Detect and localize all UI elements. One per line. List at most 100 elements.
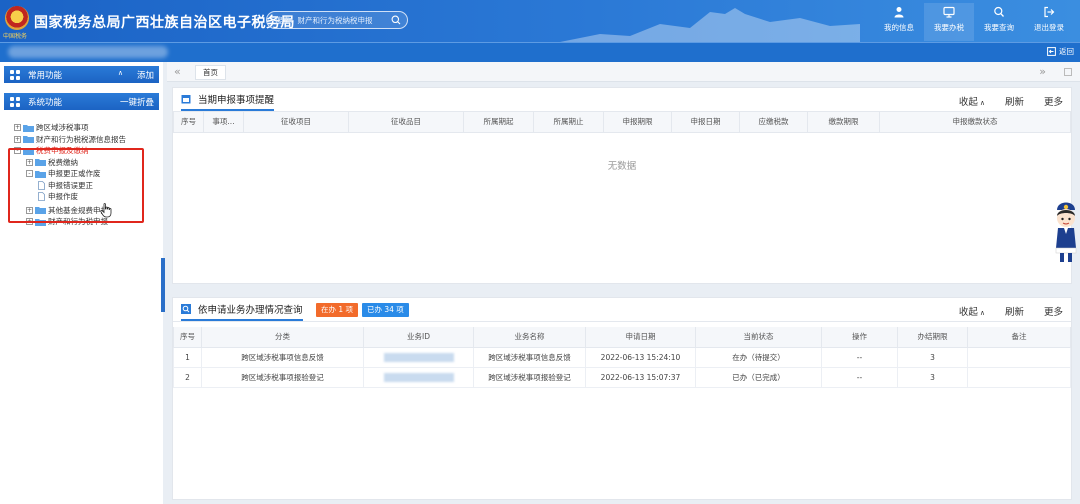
more-button[interactable]: 更多 (1044, 94, 1063, 108)
nav-logout-button[interactable]: 退出登录 (1024, 3, 1074, 41)
refresh-button[interactable]: 刷新 (1005, 94, 1024, 108)
cell-status-link[interactable]: 已办（已完成） (695, 366, 822, 388)
search-icon[interactable] (391, 15, 401, 25)
column-header[interactable]: 申报缴款状态 (879, 112, 1071, 133)
column-header[interactable]: 序号 (173, 327, 202, 348)
top-nav: 我的信息 我要办税 我要查询 退出登录 (874, 3, 1074, 41)
reminder-table: 序号 事项... 征收项目 征收品目 所属期起 所属期止 申报期限 申报日期 应… (173, 112, 1071, 133)
great-wall-decoration (560, 8, 860, 44)
panel-header: 依申请业务办理情况查询 在办 1 项 已办 34 项 收起 ∧ 刷新 更多 (173, 298, 1071, 322)
tab-bar: « 首页 » (167, 62, 1080, 82)
site-title: 国家税务总局广西壮族自治区电子税务局 (34, 15, 295, 31)
table-header-row: 序号 分类 业务ID 业务名称 申请日期 当前状态 操作 办结期限 备注 (173, 327, 1071, 348)
column-header[interactable]: 所属期止 (533, 112, 604, 133)
pending-count-badge[interactable]: 在办 1 项 (316, 303, 359, 317)
tax-emblem-icon (5, 6, 29, 30)
collapse-panel-button[interactable]: 收起 ∧ (939, 304, 985, 318)
blurred-user-info (8, 46, 168, 58)
nav-my-info-button[interactable]: 我的信息 (874, 3, 924, 41)
panel-header: 当期申报事项提醒 收起 ∧ 刷新 更多 (173, 88, 1071, 112)
column-header[interactable]: 缴款期限 (807, 112, 880, 133)
blurred-business-id (383, 372, 454, 382)
collapse-all-button[interactable]: 一键折叠 (120, 96, 154, 108)
tab-home[interactable]: 首页 (195, 65, 226, 80)
panel-title: 依申请业务办理情况查询 (181, 303, 303, 321)
cell-no: 1 (173, 346, 202, 368)
chevron-up-icon: ∧ (979, 99, 985, 107)
chevron-up-icon[interactable]: ∧ (118, 69, 123, 77)
tab-menu-icon[interactable] (1064, 68, 1072, 76)
column-header[interactable]: 所属期起 (463, 112, 534, 133)
column-header[interactable]: 分类 (201, 327, 364, 348)
empty-state-text: 无数据 (607, 161, 637, 172)
return-icon (1047, 47, 1056, 56)
hand-cursor-icon (100, 203, 112, 218)
tree-item-label: 跨区域涉税事项 (36, 123, 89, 133)
cell-deadline: 3 (897, 346, 968, 368)
expand-toggle[interactable]: + (14, 124, 21, 132)
nav-do-tax-button[interactable]: 我要办税 (924, 3, 974, 41)
column-header[interactable]: 申报期限 (603, 112, 672, 133)
tree-item-label: 财产和行为税税源信息报告 (36, 134, 126, 144)
column-header[interactable]: 事项... (203, 112, 244, 133)
search-box[interactable] (266, 11, 408, 29)
highlight-annotation-box (8, 148, 144, 223)
refresh-button[interactable]: 刷新 (1005, 304, 1024, 318)
tree-item[interactable]: + 财产和行为税税源信息报告 (14, 134, 154, 146)
table-row[interactable]: 2 跨区域涉税事项报验登记 跨区域涉税事项报验登记 2022-06-13 15:… (173, 366, 1071, 388)
sidebar-resize-handle[interactable] (161, 258, 165, 312)
search-input[interactable] (275, 14, 385, 26)
done-count-badge[interactable]: 已办 34 项 (362, 303, 409, 317)
column-header[interactable]: 当前状态 (695, 327, 822, 348)
cell-category: 跨区域涉税事项报验登记 (201, 366, 364, 388)
nav-label: 我要查询 (984, 23, 1014, 32)
monitor-icon (943, 6, 955, 18)
expand-toggle[interactable]: + (14, 135, 21, 143)
tab-scroll-right-icon[interactable]: » (1039, 65, 1046, 78)
chevron-up-icon: ∧ (979, 309, 985, 317)
return-label: 返回 (1059, 47, 1074, 56)
collapse-label: 收起 (958, 307, 978, 318)
nav-label: 退出登录 (1034, 23, 1064, 32)
return-button[interactable]: 返回 (1047, 46, 1074, 57)
grid-icon (10, 69, 20, 80)
panel-title-text: 依申请业务办理情况查询 (198, 304, 303, 316)
add-common-button[interactable]: 添加 (137, 69, 154, 81)
sidebar: 常用功能 ∧ 添加 系统功能 一键折叠 + 跨区域涉税事项 + 财产和行为税税源… (0, 62, 163, 504)
column-header[interactable]: 序号 (173, 112, 204, 133)
cell-business-name: 跨区域涉税事项信息反馈 (473, 346, 586, 368)
column-header[interactable]: 征收项目 (243, 112, 349, 133)
nav-label: 我要办税 (934, 23, 964, 32)
cell-apply-date: 2022-06-13 15:24:10 (585, 346, 696, 368)
column-header[interactable]: 申报日期 (671, 112, 740, 133)
column-header[interactable]: 申请日期 (585, 327, 696, 348)
cell-business-name: 跨区域涉税事项报验登记 (473, 366, 586, 388)
column-header[interactable]: 业务ID (363, 327, 474, 348)
nav-query-button[interactable]: 我要查询 (974, 3, 1024, 41)
logout-icon (1044, 6, 1055, 18)
system-functions-label: 系统功能 (28, 97, 63, 108)
declaration-reminder-panel: 当期申报事项提醒 收起 ∧ 刷新 更多 序号 事项... 征收项目 征收品目 所属… (172, 87, 1072, 284)
column-header[interactable]: 业务名称 (473, 327, 586, 348)
cell-apply-date: 2022-06-13 15:07:37 (585, 366, 696, 388)
more-button[interactable]: 更多 (1044, 304, 1063, 318)
collapse-panel-button[interactable]: 收起 ∧ (939, 94, 985, 108)
system-functions-header[interactable]: 系统功能 一键折叠 (4, 93, 159, 110)
assistant-mascot-icon[interactable] (1052, 198, 1080, 264)
tree-item[interactable]: + 跨区域涉税事项 (14, 122, 154, 134)
column-header[interactable]: 办结期限 (897, 327, 968, 348)
collapse-label: 收起 (958, 97, 978, 108)
cell-operation: -- (821, 346, 898, 368)
folder-icon (23, 136, 34, 144)
column-header[interactable]: 应缴税款 (739, 112, 808, 133)
tab-scroll-left-icon[interactable]: « (174, 65, 181, 78)
table-row[interactable]: 1 跨区域涉税事项信息反馈 跨区域涉税事项信息反馈 2022-06-13 15:… (173, 346, 1071, 368)
cell-status-link[interactable]: 在办（待提交） (695, 346, 822, 368)
folder-icon (23, 124, 34, 132)
common-functions-header[interactable]: 常用功能 ∧ 添加 (4, 66, 159, 83)
column-header[interactable]: 征收品目 (348, 112, 464, 133)
cell-deadline: 3 (897, 366, 968, 388)
emblem-text: 中国税务 (3, 33, 28, 40)
column-header[interactable]: 操作 (821, 327, 898, 348)
column-header[interactable]: 备注 (967, 327, 1071, 348)
